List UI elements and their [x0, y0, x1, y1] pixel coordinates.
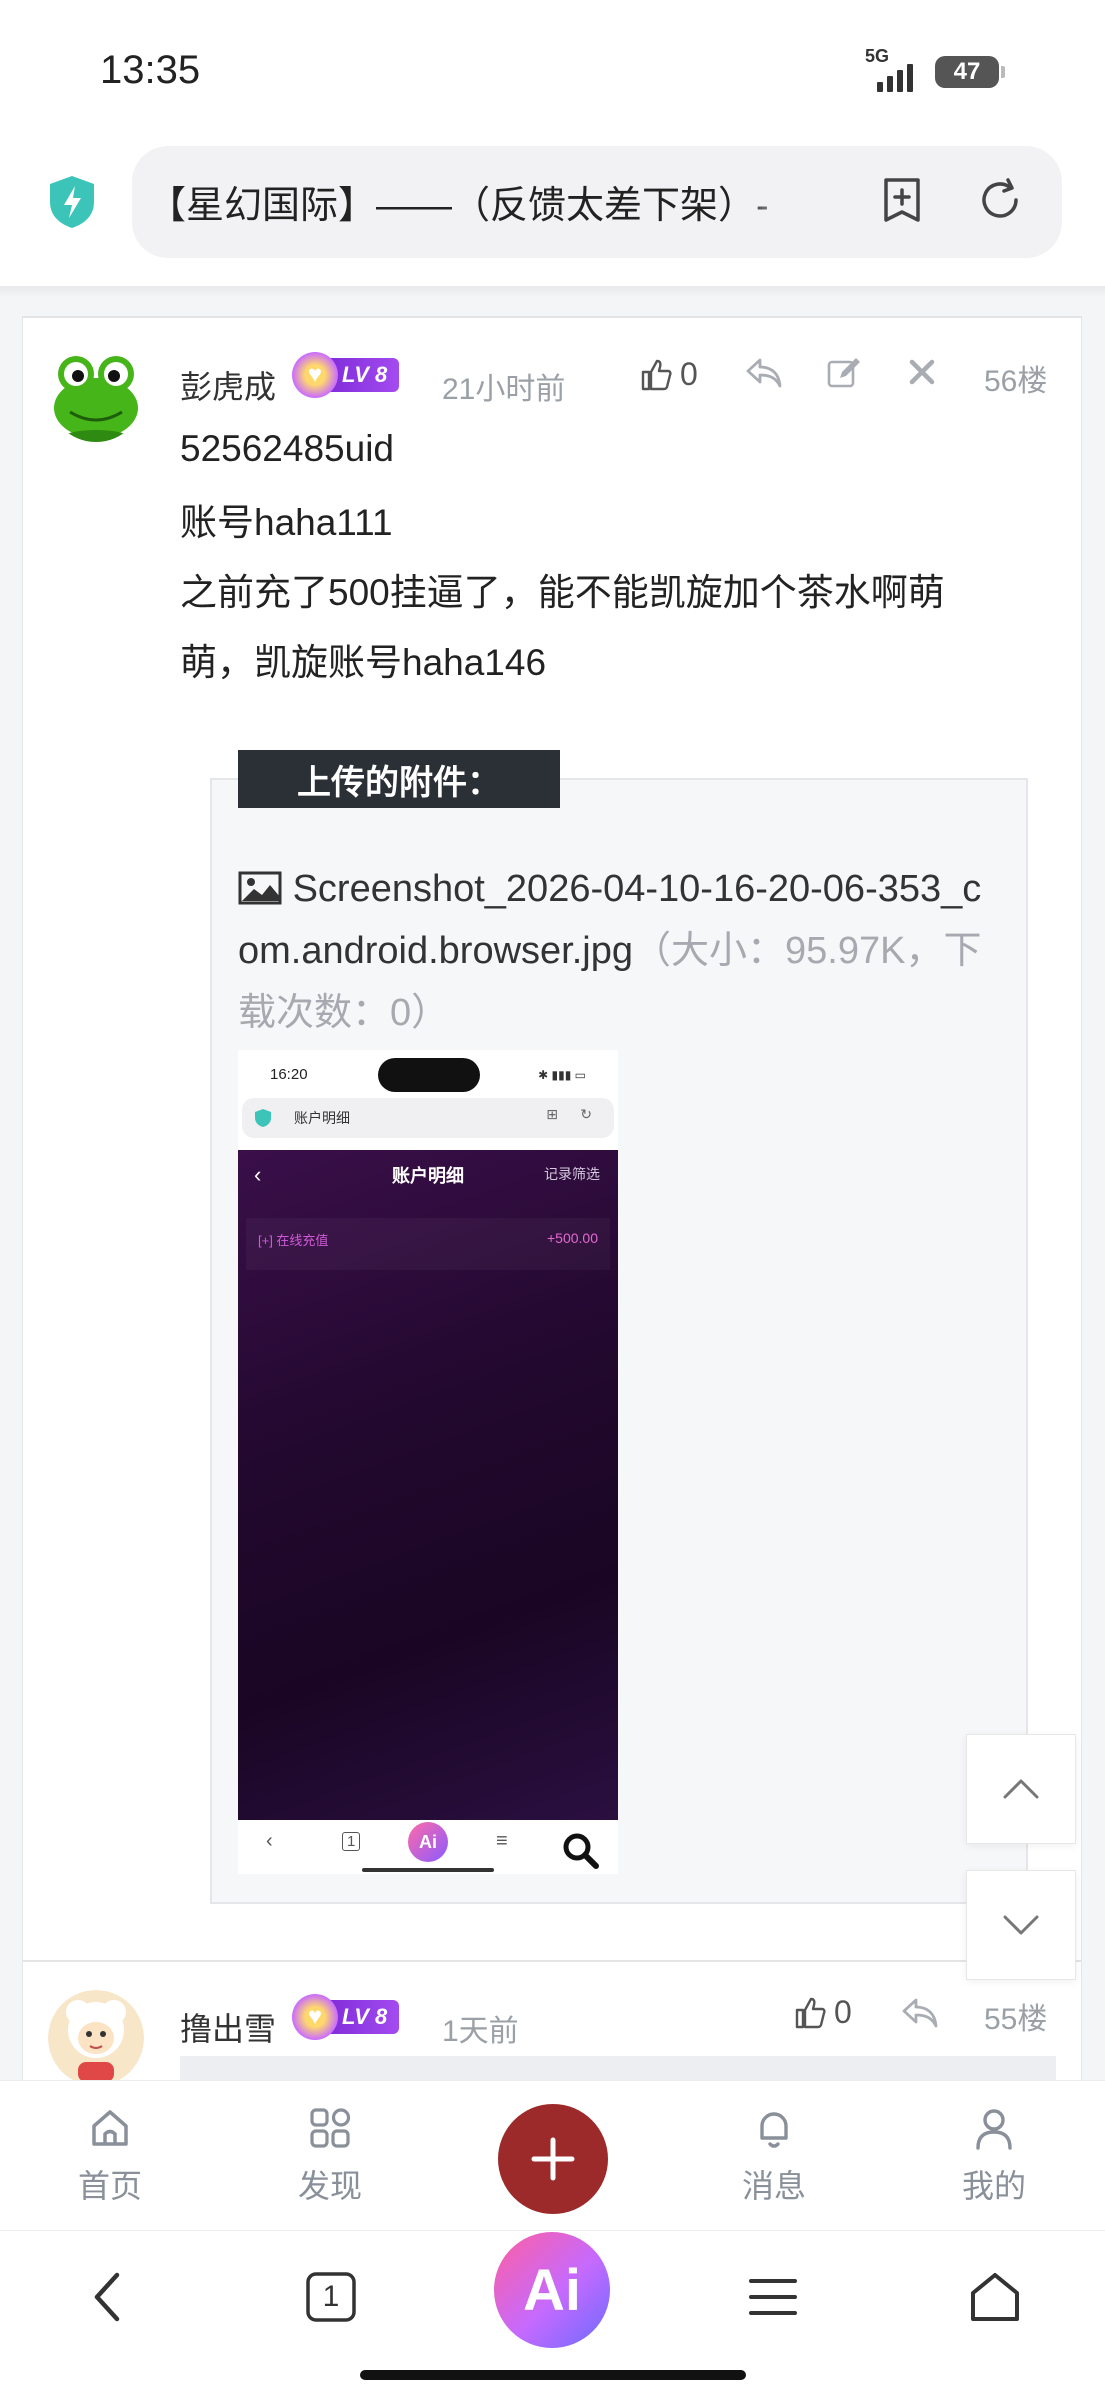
home-button[interactable] — [960, 2262, 1030, 2332]
post-time: 21小时前 — [442, 373, 566, 406]
post-line-account: 账号haha111 — [180, 502, 393, 543]
avatar-frog[interactable] — [48, 346, 144, 442]
scroll-up-button[interactable] — [966, 1734, 1076, 1844]
divider — [22, 1960, 1082, 1962]
like-button[interactable]: 0 — [640, 356, 698, 393]
battery-icon: 47 — [935, 56, 1005, 88]
reply-icon[interactable] — [744, 356, 784, 390]
status-indicators: 5G 47 — [865, 46, 1005, 92]
embedded-url-title: 账户明细 — [294, 1110, 350, 1126]
like-button[interactable]: 0 — [794, 1994, 852, 2031]
edit-icon[interactable] — [826, 356, 862, 390]
create-post-button[interactable] — [498, 2104, 608, 2214]
embedded-ai-icon: Ai — [408, 1822, 448, 1862]
username[interactable]: 撸出雪 — [180, 2004, 276, 2050]
home-icon — [92, 2110, 128, 2146]
level-badge: ♥ LV 8 — [292, 1994, 400, 2040]
attachment-file[interactable]: Screenshot_2026-04-10-16-20-06-353_com.a… — [238, 858, 998, 1044]
attachment-image[interactable]: 16:20 ✱ ▮▮▮ ▭ 账户明细 ⊞ ↻ ‹ 账户明细 记录筛选 [+] 在… — [238, 1050, 618, 1874]
home-outline-icon — [971, 2273, 1019, 2321]
tabs-button[interactable]: 1 — [296, 2262, 366, 2332]
embedded-refresh-icon: ↻ — [580, 1106, 592, 1122]
scroll-down-button[interactable] — [966, 1870, 1076, 1980]
embedded-time: 16:20 — [270, 1066, 308, 1083]
embedded-shield-icon — [255, 1109, 271, 1127]
shield-icon[interactable] — [44, 174, 100, 230]
embedded-menu-icon: ≡ — [496, 1830, 508, 1852]
page-title-in-address-bar[interactable]: 【星幻国际】——（反馈太差下架）- — [148, 174, 798, 229]
post-time: 1天前 — [442, 2015, 519, 2048]
delete-icon[interactable] — [908, 358, 936, 386]
embedded-bookmark-icon: ⊞ — [546, 1106, 558, 1122]
back-button[interactable] — [72, 2262, 142, 2332]
nav-discover[interactable]: 发现 — [270, 2104, 390, 2207]
divider — [22, 316, 1082, 318]
username[interactable]: 彭虎成 — [180, 362, 276, 408]
magnifier-icon — [563, 1833, 599, 1869]
embedded-signal-icon: ✱ ▮▮▮ ▭ — [538, 1068, 586, 1082]
heart-icon: ♥ — [292, 352, 338, 398]
bell-icon — [760, 2112, 788, 2148]
nav-home[interactable]: 首页 — [50, 2104, 170, 2207]
post-line-message: 之前充了500挂逼了，能不能凯旋加个茶水啊萌萌，凯旋账号haha146 — [180, 572, 945, 683]
attachment-label: 上传的附件： — [238, 750, 560, 808]
refresh-icon[interactable] — [972, 172, 1028, 228]
embedded-row-amount: +500.00 — [547, 1230, 598, 1246]
menu-button[interactable] — [738, 2262, 808, 2332]
menu-icon — [749, 2279, 797, 2315]
level-badge: ♥ LV 8 — [292, 352, 400, 398]
user-icon — [976, 2109, 1012, 2150]
thumbs-up-icon — [795, 1997, 826, 2028]
chevron-left-icon — [94, 2272, 120, 2322]
nav-mine[interactable]: 我的 — [934, 2104, 1054, 2207]
status-time: 13:35 — [100, 48, 201, 92]
embedded-tabs-icon: 1 — [342, 1832, 361, 1851]
floor-number: 55楼 — [984, 2003, 1048, 2036]
embedded-row-label: [+] 在线充值 — [258, 1233, 329, 1248]
home-indicator — [360, 2370, 746, 2380]
nav-messages[interactable]: 消息 — [714, 2104, 834, 2207]
floor-number: 56楼 — [984, 365, 1048, 398]
chevron-down-icon — [1003, 1915, 1039, 1935]
bookmark-add-icon[interactable] — [874, 172, 930, 228]
ai-assistant-button[interactable]: Ai — [494, 2232, 610, 2348]
grid-icon — [310, 2108, 351, 2148]
heart-icon: ♥ — [292, 1994, 338, 2040]
chevron-up-icon — [1003, 1779, 1039, 1799]
image-icon — [238, 871, 282, 905]
header-shadow — [0, 286, 1105, 298]
thumbs-up-icon — [641, 359, 672, 390]
reply-icon[interactable] — [900, 1996, 940, 2030]
avatar-sheep[interactable] — [48, 1990, 144, 2086]
post-line-uid: 52562485uid — [180, 428, 394, 469]
embedded-filter: 记录筛选 — [544, 1166, 600, 1182]
signal-icon: 5G — [865, 46, 921, 92]
embedded-dynamic-island — [378, 1058, 480, 1092]
plus-icon — [531, 2137, 575, 2181]
embedded-back-icon-2: ‹ — [266, 1830, 273, 1852]
